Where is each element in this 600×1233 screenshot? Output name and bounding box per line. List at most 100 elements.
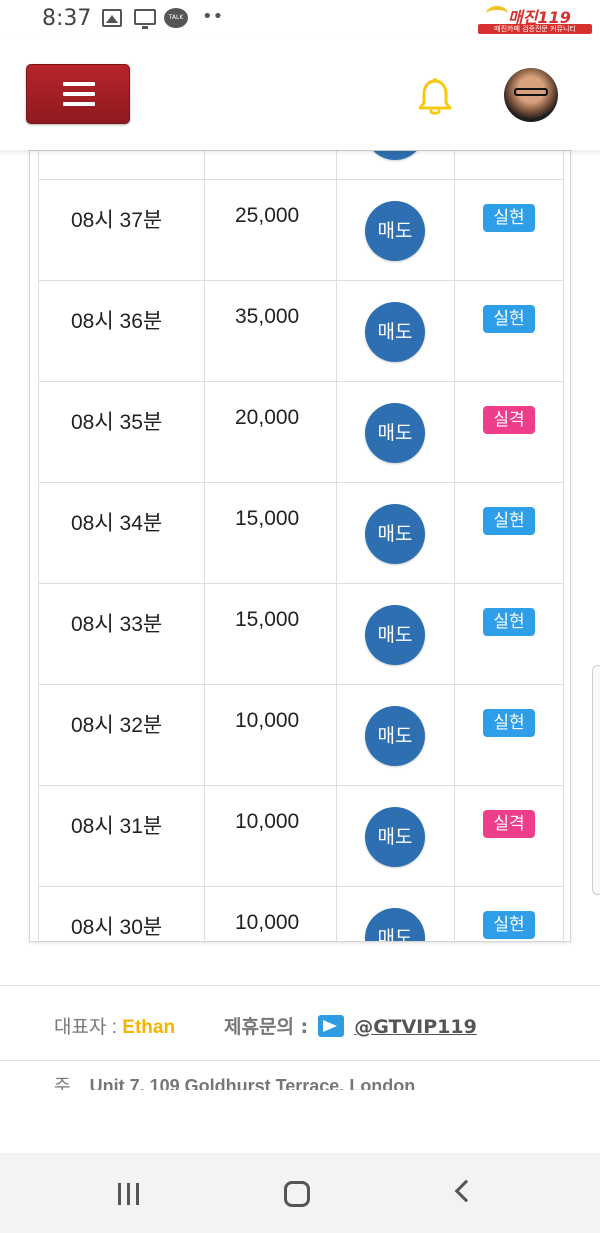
avatar[interactable] — [504, 68, 558, 122]
result-cell: 실현 — [455, 281, 564, 382]
result-badge-fail: 실격 — [483, 406, 535, 434]
table-row: 08시 33분 15,000 매도 실현 — [38, 584, 564, 685]
recent-apps-icon[interactable] — [116, 1183, 142, 1205]
edge-panel-handle[interactable] — [592, 665, 600, 895]
sell-button[interactable]: 매도 — [365, 201, 425, 261]
home-icon[interactable] — [284, 1181, 310, 1207]
amount-cell: 20,000 — [205, 382, 337, 483]
screen-cast-icon — [134, 9, 156, 29]
amount-cell: 15,000 — [205, 584, 337, 685]
result-badge-success: 실현 — [483, 709, 535, 737]
main-content: 매도08시 37분25,000매도실현08시 36분35,000매도실현08시 … — [0, 150, 600, 985]
gallery-icon — [102, 9, 122, 27]
amount-cell: 25,000 — [205, 180, 337, 281]
hamburger-menu-icon-bar — [63, 92, 95, 96]
result-badge-success: 실현 — [483, 204, 535, 232]
time-cell: 08시 36분 — [38, 281, 205, 382]
result-cell: 실격 — [455, 786, 564, 887]
time-cell: 08시 37분 — [38, 180, 205, 281]
result-badge-fail: 실격 — [483, 810, 535, 838]
system-nav-bar — [0, 1153, 600, 1233]
footer-ceo-label: 대표자 : — [54, 1017, 117, 1038]
footer-address: 주 Unit 7, 109 Goldhurst Terrace, London — [54, 1072, 415, 1090]
bell-icon[interactable] — [414, 76, 456, 118]
telegram-icon[interactable] — [318, 1015, 345, 1037]
sell-button[interactable]: 매도 — [365, 706, 425, 766]
sell-button[interactable]: 매도 — [365, 908, 425, 941]
amount-text: 35,000 — [235, 305, 300, 328]
table-row: 08시 36분 35,000 매도 실현 — [38, 281, 564, 382]
action-cell: 매도 — [337, 281, 455, 382]
time-text: 08시 31분 — [71, 815, 163, 838]
watermark-logo: 매진119 매진카페 검증전문 커뮤니티 — [464, 4, 594, 36]
time-cell: 08시 30분 — [38, 887, 205, 941]
footer-contact-label: 제휴문의 : — [224, 1016, 309, 1038]
table-row: 08시 37분 25,000 매도 실현 — [38, 180, 564, 281]
result-cell: 실현 — [455, 685, 564, 786]
watermark-logo-subtitle: 매진카페 검증전문 커뮤니티 — [478, 24, 592, 34]
sell-button[interactable]: 매도 — [365, 807, 425, 867]
footer-ceo-name: Ethan — [122, 1017, 176, 1038]
amount-text: 10,000 — [235, 709, 300, 732]
time-cell: 08시 31분 — [38, 786, 205, 887]
result-badge-success: 실현 — [483, 305, 535, 333]
amount-cell: 10,000 — [205, 887, 337, 941]
time-cell: 08시 32분 — [38, 685, 205, 786]
signal-table-card: 매도08시 37분25,000매도실현08시 36분35,000매도실현08시 … — [29, 150, 571, 942]
action-cell: 매도 — [337, 786, 455, 887]
table-row: 08시 34분 15,000 매도 실현 — [38, 483, 564, 584]
amount-text: 15,000 — [235, 507, 300, 530]
action-cell: 매도 — [337, 180, 455, 281]
amount-cell: 10,000 — [205, 685, 337, 786]
sell-button[interactable]: 매도 — [365, 302, 425, 362]
action-cell: 매도 — [337, 887, 455, 941]
result-cell: 실현 — [455, 887, 564, 941]
amount-text: 25,000 — [235, 204, 300, 227]
back-icon[interactable] — [454, 1179, 478, 1203]
result-cell — [455, 151, 564, 180]
action-cell: 매도 — [337, 151, 455, 180]
wifi-icon — [486, 6, 508, 22]
more-dots-icon: •• — [202, 6, 224, 27]
time-text: 08시 35분 — [71, 411, 163, 434]
sell-button[interactable]: 매도 — [365, 605, 425, 665]
footer: 대표자 : Ethan 제휴문의 : @GTVIP119 주 Unit 7, 1… — [0, 985, 600, 1153]
sell-button[interactable]: 매도 — [365, 151, 425, 160]
amount-text: 10,000 — [235, 911, 300, 934]
time-cell: 08시 33분 — [38, 584, 205, 685]
time-text: 08시 30분 — [71, 916, 163, 939]
table-row: 매도 — [38, 151, 564, 180]
amount-cell: 35,000 — [205, 281, 337, 382]
action-cell: 매도 — [337, 483, 455, 584]
status-right-cluster: 매진119 매진카페 검증전문 커뮤니티 — [456, 4, 594, 36]
result-cell: 실현 — [455, 483, 564, 584]
time-text: 08시 37분 — [71, 209, 163, 232]
footer-contact: 제휴문의 : @GTVIP119 — [224, 1012, 477, 1039]
amount-cell: 15,000 — [205, 483, 337, 584]
sell-button[interactable]: 매도 — [365, 403, 425, 463]
table-row: 08시 32분 10,000 매도 실현 — [38, 685, 564, 786]
amount-cell: 10,000 — [205, 786, 337, 887]
app-header — [0, 40, 600, 150]
amount-cell — [205, 151, 337, 180]
result-cell: 실현 — [455, 584, 564, 685]
result-badge-success: 실현 — [483, 608, 535, 636]
time-text: 08시 34분 — [71, 512, 163, 535]
sell-button[interactable]: 매도 — [365, 504, 425, 564]
avatar-glasses — [514, 88, 548, 96]
time-cell: 08시 35분 — [38, 382, 205, 483]
time-cell: 08시 34분 — [38, 483, 205, 584]
result-cell: 실격 — [455, 382, 564, 483]
time-text: 08시 32분 — [71, 714, 163, 737]
table-row: 08시 31분 10,000 매도 실격 — [38, 786, 564, 887]
amount-text: 20,000 — [235, 406, 300, 429]
signal-table: 매도08시 37분25,000매도실현08시 36분35,000매도실현08시 … — [38, 151, 564, 941]
action-cell: 매도 — [337, 685, 455, 786]
amount-text: 15,000 — [235, 608, 300, 631]
result-badge-success: 실현 — [483, 507, 535, 535]
hamburger-menu-icon — [63, 82, 95, 86]
menu-button[interactable] — [26, 64, 130, 124]
status-time: 8:37 — [42, 6, 92, 31]
telegram-handle-link[interactable]: @GTVIP119 — [354, 1016, 477, 1038]
action-cell: 매도 — [337, 584, 455, 685]
